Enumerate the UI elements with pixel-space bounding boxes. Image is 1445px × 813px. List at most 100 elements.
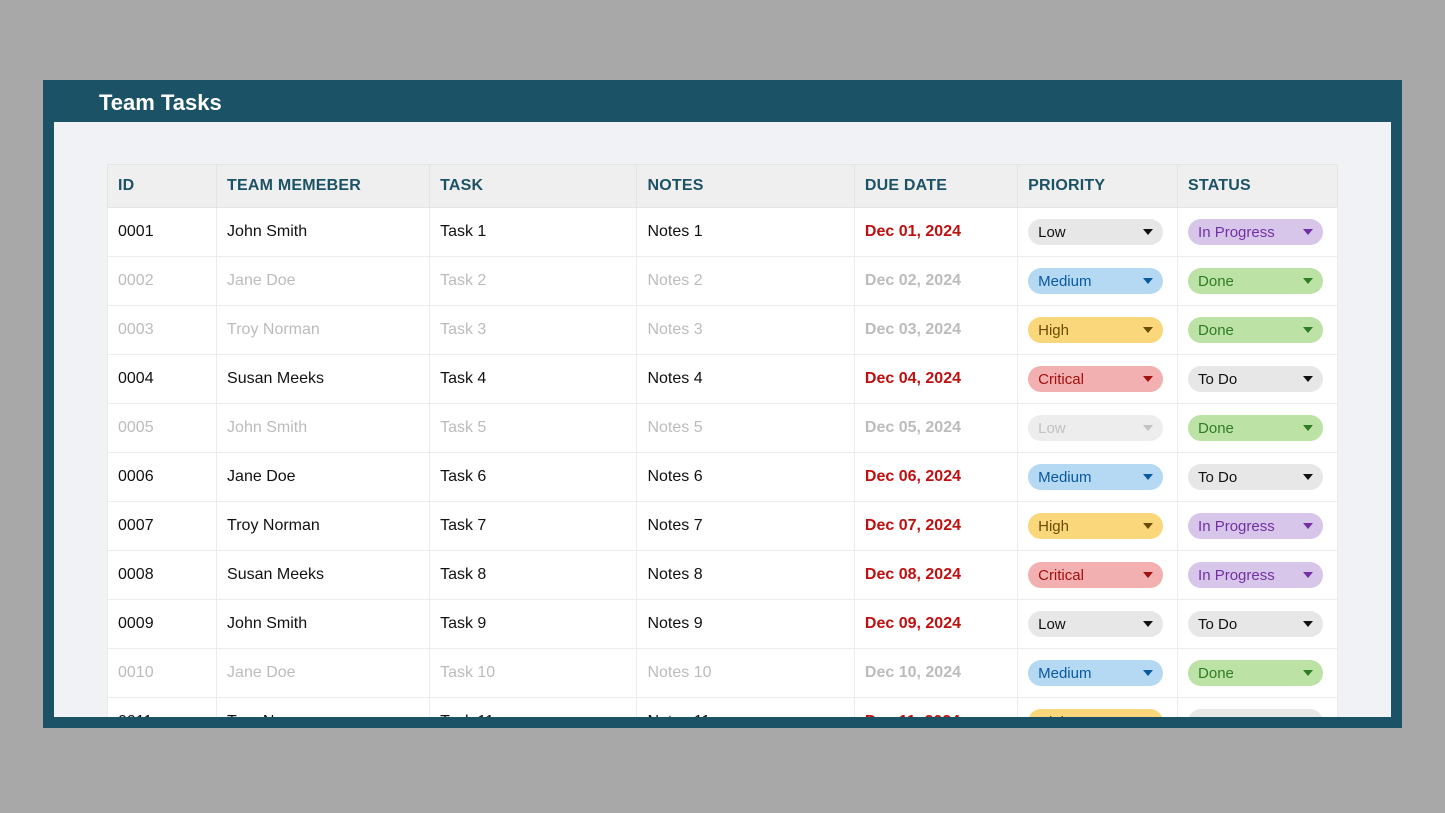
priority-select[interactable]: Critical	[1028, 366, 1163, 392]
priority-label: Medium	[1038, 273, 1091, 290]
cell-priority: High	[1018, 698, 1178, 718]
priority-select[interactable]: Medium	[1028, 268, 1163, 294]
status-label: In Progress	[1198, 224, 1275, 241]
status-label: Done	[1198, 420, 1234, 437]
cell-notes: Notes 3	[637, 306, 854, 355]
status-select[interactable]: Done	[1188, 415, 1323, 441]
cell-member: Susan Meeks	[217, 355, 430, 404]
cell-due: Dec 02, 2024	[854, 257, 1017, 306]
table-row[interactable]: 0011Troy NormanTask 11Notes 11Dec 11, 20…	[108, 698, 1338, 718]
chevron-down-icon	[1143, 572, 1153, 578]
chevron-down-icon	[1303, 425, 1313, 431]
status-label: To Do	[1198, 371, 1237, 388]
cell-task: Task 2	[430, 257, 637, 306]
chevron-down-icon	[1143, 523, 1153, 529]
status-label: In Progress	[1198, 518, 1275, 535]
chevron-down-icon	[1143, 670, 1153, 676]
status-label: Done	[1198, 322, 1234, 339]
cell-task: Task 9	[430, 600, 637, 649]
cell-status: Done	[1178, 404, 1338, 453]
cell-status: To Do	[1178, 453, 1338, 502]
cell-notes: Notes 6	[637, 453, 854, 502]
priority-label: High	[1038, 322, 1069, 339]
cell-notes: Notes 9	[637, 600, 854, 649]
chevron-down-icon	[1143, 376, 1153, 382]
priority-select[interactable]: High	[1028, 709, 1163, 717]
chevron-down-icon	[1303, 572, 1313, 578]
cell-id: 0004	[108, 355, 217, 404]
priority-select[interactable]: Low	[1028, 219, 1163, 245]
cell-id: 0007	[108, 502, 217, 551]
priority-select[interactable]: High	[1028, 513, 1163, 539]
priority-label: Low	[1038, 224, 1066, 241]
cell-id: 0006	[108, 453, 217, 502]
priority-select[interactable]: Low	[1028, 611, 1163, 637]
priority-label: Medium	[1038, 469, 1091, 486]
status-select[interactable]: To Do	[1188, 709, 1323, 717]
cell-member: Troy Norman	[217, 698, 430, 718]
cell-task: Task 7	[430, 502, 637, 551]
table-row[interactable]: 0009John SmithTask 9Notes 9Dec 09, 2024 L…	[108, 600, 1338, 649]
cell-due: Dec 04, 2024	[854, 355, 1017, 404]
col-task[interactable]: TASK	[430, 165, 637, 208]
status-select[interactable]: In Progress	[1188, 562, 1323, 588]
table-row[interactable]: 0002Jane DoeTask 2Notes 2Dec 02, 2024Med…	[108, 257, 1338, 306]
priority-select[interactable]: Medium	[1028, 464, 1163, 490]
chevron-down-icon	[1303, 474, 1313, 480]
priority-select[interactable]: Medium	[1028, 660, 1163, 686]
table-row[interactable]: 0005John SmithTask 5Notes 5Dec 05, 2024L…	[108, 404, 1338, 453]
col-id[interactable]: ID	[108, 165, 217, 208]
status-select[interactable]: To Do	[1188, 366, 1323, 392]
chevron-down-icon	[1303, 327, 1313, 333]
priority-select[interactable]: Critical	[1028, 562, 1163, 588]
cell-notes: Notes 4	[637, 355, 854, 404]
chevron-down-icon	[1143, 327, 1153, 333]
cell-due: Dec 01, 2024	[854, 208, 1017, 257]
priority-select[interactable]: Low	[1028, 415, 1163, 441]
col-member[interactable]: TEAM MEMEBER	[217, 165, 430, 208]
table-header-row: ID TEAM MEMEBER TASK NOTES DUE DATE PRIO…	[108, 165, 1338, 208]
cell-member: John Smith	[217, 404, 430, 453]
table-row[interactable]: 0001John SmithTask 1Notes 1Dec 01, 2024L…	[108, 208, 1338, 257]
cell-priority: Medium	[1018, 453, 1178, 502]
chevron-down-icon	[1303, 376, 1313, 382]
table-row[interactable]: 0010Jane DoeTask 10Notes 10Dec 10, 2024M…	[108, 649, 1338, 698]
cell-member: Jane Doe	[217, 649, 430, 698]
cell-member: John Smith	[217, 600, 430, 649]
status-select[interactable]: Done	[1188, 660, 1323, 686]
cell-priority: Low	[1018, 208, 1178, 257]
cell-id: 0002	[108, 257, 217, 306]
cell-status: To Do	[1178, 600, 1338, 649]
table-row[interactable]: 0006Jane DoeTask 6Notes 6Dec 06, 2024Med…	[108, 453, 1338, 502]
status-select[interactable]: In Progress	[1188, 219, 1323, 245]
table-row[interactable]: 0003Troy NormanTask 3Notes 3Dec 03, 2024…	[108, 306, 1338, 355]
status-select[interactable]: Done	[1188, 317, 1323, 343]
cell-due: Dec 11, 2024	[854, 698, 1017, 718]
cell-priority: Critical	[1018, 355, 1178, 404]
page-title: Team Tasks	[43, 80, 1402, 128]
table-row[interactable]: 0008Susan MeeksTask 8Notes 8Dec 08, 2024…	[108, 551, 1338, 600]
app-frame: Team Tasks ID TEAM MEMEBER TASK NOTES DU…	[43, 80, 1402, 728]
cell-member: Susan Meeks	[217, 551, 430, 600]
cell-status: To Do	[1178, 355, 1338, 404]
chevron-down-icon	[1143, 425, 1153, 431]
cell-due: Dec 06, 2024	[854, 453, 1017, 502]
col-priority[interactable]: PRIORITY	[1018, 165, 1178, 208]
col-due-date[interactable]: DUE DATE	[854, 165, 1017, 208]
status-select[interactable]: Done	[1188, 268, 1323, 294]
status-select[interactable]: To Do	[1188, 464, 1323, 490]
content-panel: ID TEAM MEMEBER TASK NOTES DUE DATE PRIO…	[54, 122, 1391, 717]
status-select[interactable]: In Progress	[1188, 513, 1323, 539]
cell-due: Dec 09, 2024	[854, 600, 1017, 649]
col-notes[interactable]: NOTES	[637, 165, 854, 208]
cell-task: Task 6	[430, 453, 637, 502]
table-container: ID TEAM MEMEBER TASK NOTES DUE DATE PRIO…	[107, 164, 1338, 717]
table-row[interactable]: 0007Troy NormanTask 7Notes 7Dec 07, 2024…	[108, 502, 1338, 551]
priority-select[interactable]: High	[1028, 317, 1163, 343]
table-row[interactable]: 0004Susan MeeksTask 4Notes 4Dec 04, 2024…	[108, 355, 1338, 404]
status-select[interactable]: To Do	[1188, 611, 1323, 637]
col-status[interactable]: STATUS	[1178, 165, 1338, 208]
cell-id: 0009	[108, 600, 217, 649]
cell-id: 0005	[108, 404, 217, 453]
chevron-down-icon	[1143, 229, 1153, 235]
